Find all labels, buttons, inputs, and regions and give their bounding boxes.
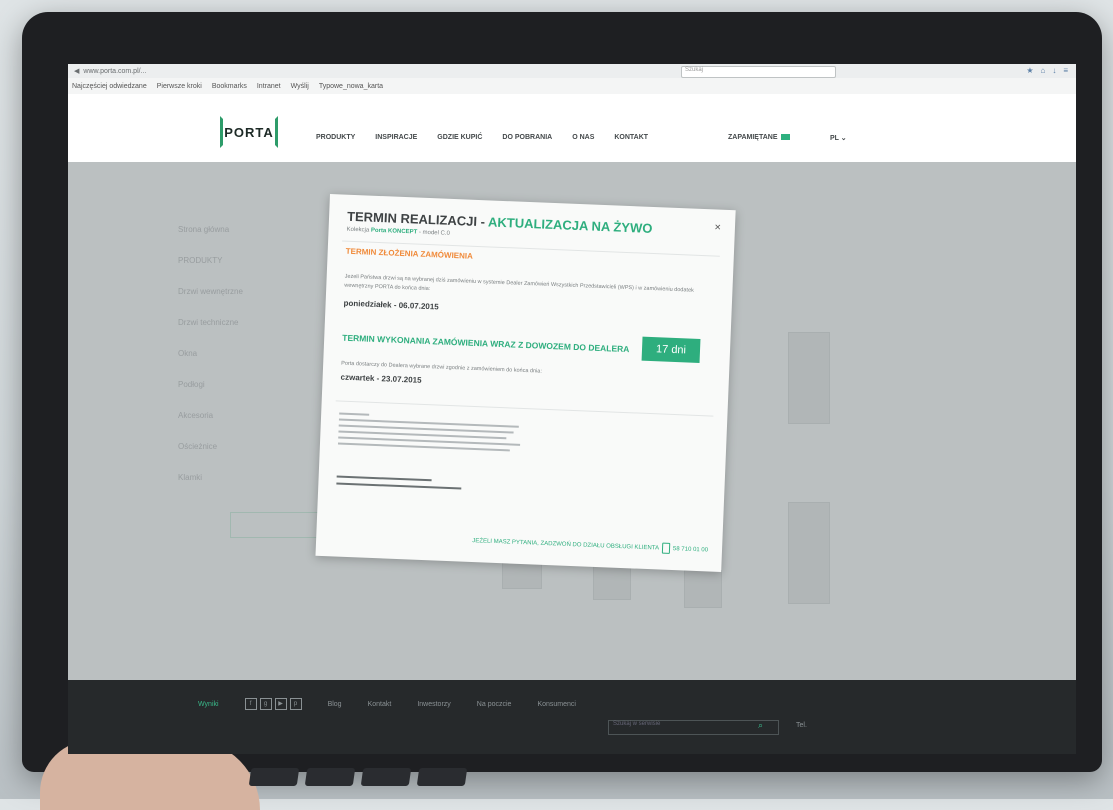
modal-title-text: TERMIN REALIZACJI - [346,208,489,230]
delivery-text: Porta dostarczy do Dealera wybrane drzwi… [341,360,543,375]
footnotes [337,409,529,457]
footer-link[interactable]: Blog [328,701,342,708]
site-header: PORTA PRODUKTY INSPIRACJE GDZIE KUPIĆ DO… [68,94,1076,163]
delivery-days-badge: 17 dni [641,336,701,363]
footer-link[interactable]: Inwestorzy [417,701,450,708]
order-heading: TERMIN ZŁOŻENIA ZAMÓWIENIA [345,246,474,261]
contact-phone[interactable]: 58 710 01 00 [673,546,708,553]
nav-inspiracje[interactable]: INSPIRACJE [375,134,417,141]
bookmark-item[interactable]: Intranet [257,83,281,90]
social-icons: f g ▶ p [244,698,302,710]
contact-text: JEŻELI MASZ PYTANIA, ZADZWOŃ DO DZIAŁU O… [472,538,660,552]
bookmark-item[interactable]: Bookmarks [212,83,247,90]
footer-link[interactable]: Kontakt [368,701,392,708]
language-value: PL [830,135,839,142]
browser-screen: ◀ www.porta.com.pl/... Szukaj ★ ⌂ ↓ ≡ Na… [68,64,1076,754]
search-icon[interactable]: ⌕ [758,720,763,731]
footer-row: Wyniki f g ▶ p Blog Kontakt Inwestorzy N… [198,698,576,710]
bookmark-item[interactable]: Typowe_nowa_karta [319,83,383,90]
keyboard [248,768,468,786]
bookmark-item[interactable]: Najczęściej odwiedzane [72,83,147,90]
site-footer: Wyniki f g ▶ p Blog Kontakt Inwestorzy N… [68,680,1076,754]
footer-link[interactable]: Na poczcie [477,701,512,708]
nav-o-nas[interactable]: O NAS [572,134,594,141]
main-nav: PRODUKTY INSPIRACJE GDZIE KUPIĆ DO POBRA… [316,134,648,141]
bookmarks-bar: Najczęściej odwiedzane Pierwsze kroki Bo… [68,78,1076,95]
footer-search-input[interactable]: Szukaj w serwisie [608,720,779,735]
menu-icon[interactable]: ≡ [1063,66,1068,75]
footer-tel: Tel. [796,722,807,729]
subtitle-product: Porta KONCEPT [370,227,418,236]
language-select[interactable]: PL ⌄ [830,134,847,142]
nav-produkty[interactable]: PRODUKTY [316,134,355,141]
url-text[interactable]: www.porta.com.pl/... [83,68,146,75]
delivery-heading: TERMIN WYKONANIA ZAMÓWIENIA WRAZ Z DOWOZ… [342,332,630,355]
modal-subtitle: Kolekcja Porta KONCEPT - model C.0 [346,227,450,237]
pinterest-icon[interactable]: p [289,698,302,710]
subtitle-prefix: Kolekcja [346,226,372,234]
nav-do-pobrania[interactable]: DO POBRANIA [502,134,552,141]
zapamietane-label: ZAPAMIĘTANE [728,134,778,141]
contact-line: JEŻELI MASZ PYTANIA, ZADZWOŃ DO DZIAŁU O… [472,535,708,555]
nav-kontakt[interactable]: KONTAKT [614,134,648,141]
footer-link[interactable]: Konsumenci [537,701,576,708]
back-icon[interactable]: ◀ [74,67,79,75]
close-icon[interactable]: × [714,221,721,233]
browser-toolbar: ★ ⌂ ↓ ≡ [1026,66,1068,75]
zapamietane-link[interactable]: ZAPAMIĘTANE [728,134,790,141]
download-icon[interactable]: ↓ [1052,66,1056,75]
bookmark-item[interactable]: Wyślij [291,83,309,90]
delivery-date: czwartek - 23.07.2015 [340,372,422,385]
modal-title-highlight: AKTUALIZACJA NA ŻYWO [487,214,653,236]
footer-active-link[interactable]: Wyniki [198,701,219,708]
search-box[interactable]: Szukaj [681,66,836,78]
order-date: poniedziałek - 06.07.2015 [343,298,439,312]
address-bar[interactable]: ◀ www.porta.com.pl/... Szukaj ★ ⌂ ↓ ≡ [68,64,1076,79]
subtitle-suffix: - model C.0 [417,229,451,237]
facebook-icon[interactable]: f [244,698,257,710]
google-plus-icon[interactable]: g [259,698,272,710]
star-icon[interactable]: ★ [1026,66,1033,75]
youtube-icon[interactable]: ▶ [274,698,287,710]
porta-logo[interactable]: PORTA [220,116,278,148]
home-icon[interactable]: ⌂ [1040,66,1045,75]
nav-gdzie-kupic[interactable]: GDZIE KUPIĆ [437,134,482,141]
lead-time-modal: TERMIN REALIZACJI - AKTUALIZACJA NA ŻYWO… [315,194,736,573]
phone-icon [661,542,671,554]
bookmark-flag-icon [780,134,790,141]
bookmark-item[interactable]: Pierwsze kroki [157,83,202,90]
bottom-footnotes [336,471,467,495]
